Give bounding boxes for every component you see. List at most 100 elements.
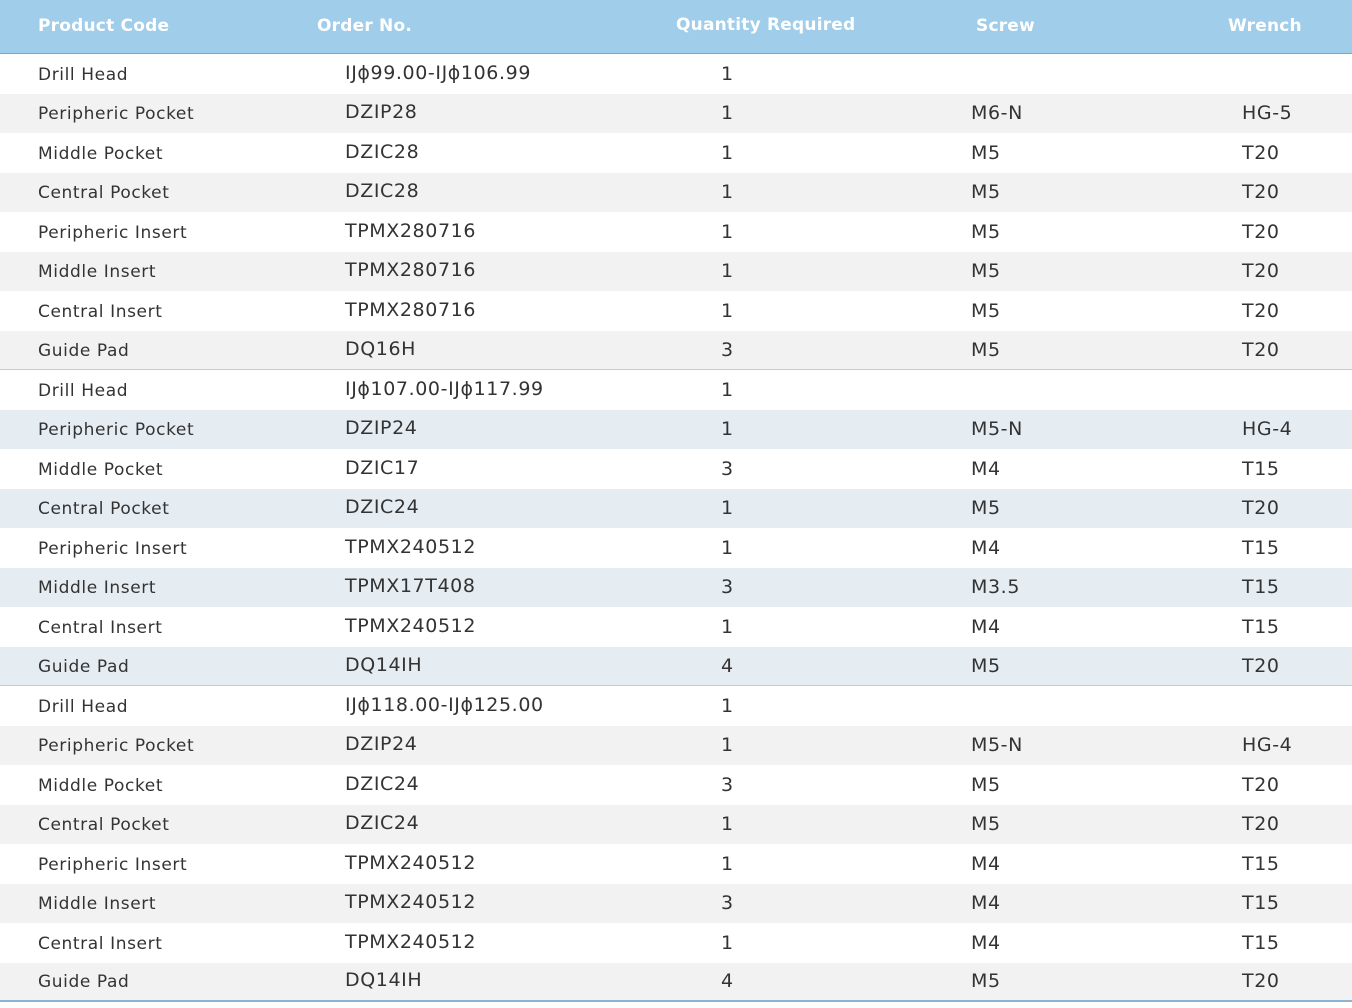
- cell-order-no: TPMX280716: [345, 298, 477, 321]
- table-row: Peripheric Pocket DZIP28 1 M6-N HG-5: [0, 93, 1352, 133]
- cell-quantity: 1: [721, 220, 734, 243]
- table-row: Guide Pad DQ14IH 4 M5 T20: [0, 962, 1352, 1002]
- cell-wrench: T20: [1242, 181, 1280, 204]
- header-order-no: Order No.: [317, 16, 413, 36]
- cell-screw: M6-N: [971, 102, 1023, 125]
- cell-order-no: IJϕ99.00-IJϕ106.99: [345, 61, 532, 84]
- cell-quantity: 3: [721, 576, 734, 599]
- cell-quantity: 4: [721, 970, 734, 993]
- table-row: Central Pocket DZIC24 1 M5 T20: [0, 488, 1352, 528]
- cell-product-code: Middle Pocket: [38, 775, 164, 796]
- cell-product-code: Peripheric Pocket: [38, 736, 195, 757]
- cell-screw: M5: [971, 654, 1001, 677]
- table-row: Middle Pocket DZIC17 3 M4 T15: [0, 449, 1352, 489]
- cell-quantity: 4: [721, 654, 734, 677]
- parts-table: Product Code Order No. Quantity Required…: [0, 0, 1352, 1002]
- table-row: Middle Pocket DZIC24 3 M5 T20: [0, 765, 1352, 805]
- cell-order-no: DQ16H: [345, 337, 417, 360]
- cell-order-no: DZIP28: [345, 101, 418, 124]
- table-header: Product Code Order No. Quantity Required…: [0, 0, 1352, 53]
- cell-quantity: 1: [721, 694, 734, 717]
- header-wrench: Wrench: [1228, 16, 1302, 36]
- cell-product-code: Guide Pad: [38, 972, 130, 993]
- header-screw: Screw: [976, 16, 1035, 36]
- cell-screw: M5: [971, 338, 1001, 361]
- cell-wrench: HG-4: [1242, 418, 1293, 441]
- cell-product-code: Drill Head: [38, 380, 129, 401]
- cell-order-no: DZIC17: [345, 456, 420, 479]
- cell-order-no: TPMX280716: [345, 219, 477, 242]
- cell-order-no: IJϕ118.00-IJϕ125.00: [345, 693, 544, 716]
- table-row: Peripheric Pocket DZIP24 1 M5-N HG-4: [0, 725, 1352, 765]
- table-row: Peripheric Insert TPMX240512 1 M4 T15: [0, 844, 1352, 884]
- table-row: Central Pocket DZIC28 1 M5 T20: [0, 172, 1352, 212]
- cell-order-no: DQ14IH: [345, 969, 423, 992]
- cell-quantity: 1: [721, 141, 734, 164]
- table-row: Central Insert TPMX280716 1 M5 T20: [0, 291, 1352, 331]
- cell-quantity: 3: [721, 457, 734, 480]
- cell-screw: M4: [971, 457, 1001, 480]
- cell-quantity: 3: [721, 773, 734, 796]
- cell-screw: M5: [971, 141, 1001, 164]
- table-row: Peripheric Insert TPMX240512 1 M4 T15: [0, 528, 1352, 568]
- cell-product-code: Central Pocket: [38, 815, 170, 836]
- cell-wrench: T15: [1242, 576, 1280, 599]
- cell-wrench: T20: [1242, 813, 1280, 836]
- cell-wrench: T15: [1242, 615, 1280, 638]
- cell-product-code: Peripheric Insert: [38, 538, 188, 559]
- cell-order-no: TPMX280716: [345, 259, 477, 282]
- cell-wrench: T20: [1242, 773, 1280, 796]
- table-row: Central Pocket DZIC24 1 M5 T20: [0, 804, 1352, 844]
- cell-wrench: T20: [1242, 220, 1280, 243]
- cell-wrench: T20: [1242, 338, 1280, 361]
- cell-order-no: DZIC24: [345, 496, 420, 519]
- cell-wrench: T15: [1242, 536, 1280, 559]
- cell-order-no: TPMX240512: [345, 614, 477, 637]
- header-quantity-required: Quantity Required: [676, 15, 856, 35]
- cell-screw: M5: [971, 813, 1001, 836]
- cell-screw: M5: [971, 970, 1001, 993]
- table-body: Drill Head IJϕ99.00-IJϕ106.99 1 Peripheric …: [0, 53, 1352, 1002]
- cell-product-code: Central Insert: [38, 617, 163, 638]
- cell-quantity: 1: [721, 378, 734, 401]
- table-row: Central Insert TPMX240512 1 M4 T15: [0, 923, 1352, 963]
- cell-quantity: 1: [721, 102, 734, 125]
- cell-quantity: 3: [721, 338, 734, 361]
- table-row: Peripheric Pocket DZIP24 1 M5-N HG-4: [0, 409, 1352, 449]
- cell-quantity: 1: [721, 497, 734, 520]
- cell-order-no: TPMX240512: [345, 851, 477, 874]
- cell-product-code: Central Insert: [38, 933, 163, 954]
- cell-screw: M5: [971, 260, 1001, 283]
- cell-wrench: T20: [1242, 970, 1280, 993]
- cell-order-no: DQ14IH: [345, 653, 423, 676]
- cell-screw: M4: [971, 615, 1001, 638]
- cell-screw: M5: [971, 220, 1001, 243]
- table-row: Middle Insert TPMX17T408 3 M3.5 T15: [0, 567, 1352, 607]
- cell-quantity: 1: [721, 536, 734, 559]
- cell-screw: M5: [971, 773, 1001, 796]
- cell-product-code: Middle Insert: [38, 262, 157, 283]
- cell-screw: M5: [971, 181, 1001, 204]
- cell-quantity: 1: [721, 615, 734, 638]
- cell-product-code: Central Pocket: [38, 499, 170, 520]
- cell-product-code: Middle Pocket: [38, 143, 164, 164]
- cell-product-code: Peripheric Pocket: [38, 104, 195, 125]
- table-row: Peripheric Insert TPMX280716 1 M5 T20: [0, 212, 1352, 252]
- cell-wrench: T15: [1242, 892, 1280, 915]
- cell-wrench: HG-5: [1242, 102, 1293, 125]
- cell-product-code: Peripheric Insert: [38, 222, 188, 243]
- header-product-code: Product Code: [38, 16, 170, 36]
- cell-order-no: DZIP24: [345, 417, 418, 440]
- cell-product-code: Guide Pad: [38, 656, 130, 677]
- cell-quantity: 1: [721, 181, 734, 204]
- cell-screw: M4: [971, 536, 1001, 559]
- cell-wrench: HG-4: [1242, 734, 1293, 757]
- cell-screw: M5: [971, 299, 1001, 322]
- cell-screw: M4: [971, 931, 1001, 954]
- cell-screw: M3.5: [971, 576, 1021, 599]
- cell-quantity: 1: [721, 813, 734, 836]
- cell-screw: M4: [971, 852, 1001, 875]
- cell-screw: M5-N: [971, 734, 1023, 757]
- cell-wrench: T20: [1242, 497, 1280, 520]
- cell-product-code: Middle Insert: [38, 894, 157, 915]
